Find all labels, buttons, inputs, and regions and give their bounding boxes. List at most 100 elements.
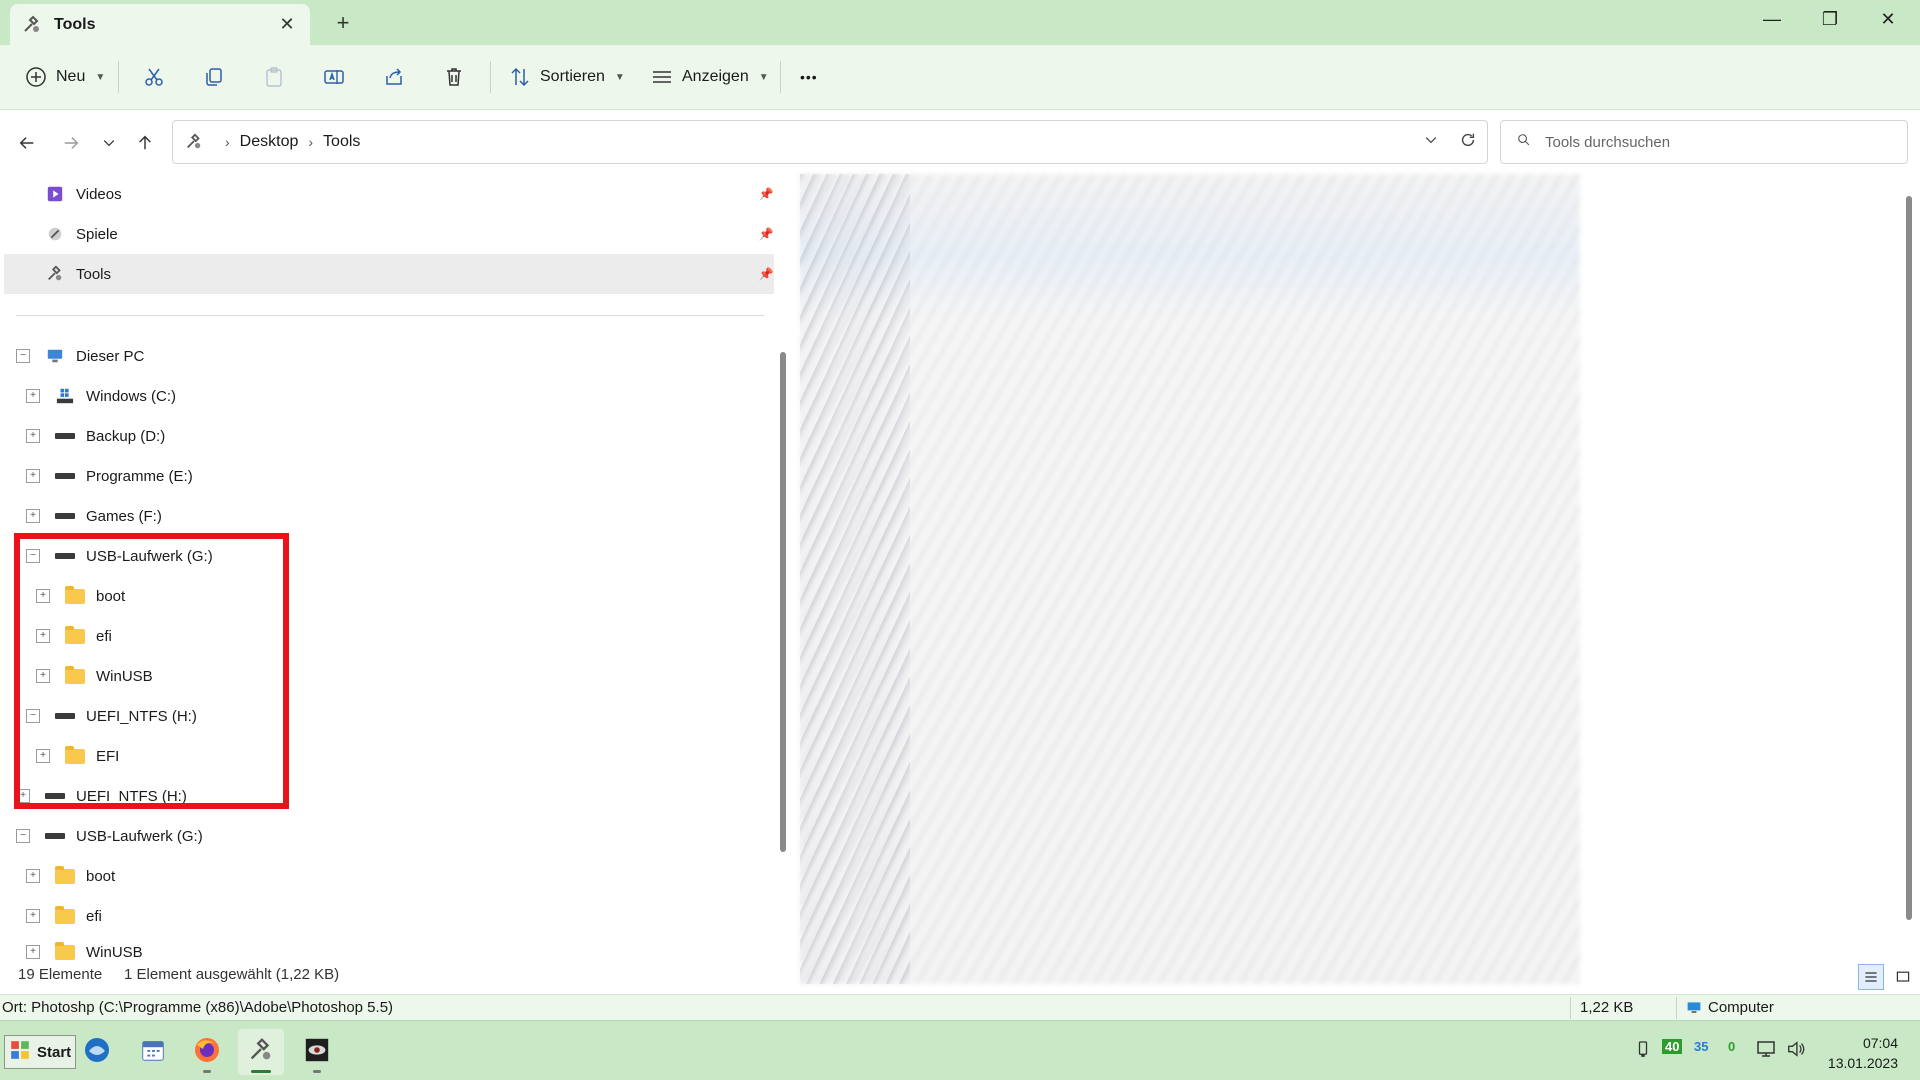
tree-item-drive-f[interactable]: + Games (F:) [26,498,162,534]
blurred-file-list [800,174,1580,984]
pin-icon[interactable]: 📌 [758,226,774,242]
taskbar-file-explorer[interactable] [238,1029,284,1075]
start-button[interactable]: Start [4,1035,76,1069]
zone-label: Computer [1708,999,1774,1016]
recent-locations-chevron-icon[interactable] [94,128,124,158]
collapse-icon[interactable]: − [16,349,30,363]
new-tab-button[interactable]: + [330,10,356,36]
trash-icon [442,65,466,89]
clock[interactable]: 07:04 13.01.2023 [1828,1033,1898,1073]
details-view-icon[interactable] [1858,964,1884,990]
pinned-item-videos[interactable]: Videos 📌 [4,176,774,212]
chevron-right-icon: › [308,134,314,150]
forward-arrow-icon[interactable] [56,128,86,158]
share-button[interactable] [382,57,406,97]
tray-indicator-3[interactable]: 0 [1728,1039,1735,1054]
expand-icon[interactable]: + [26,389,40,403]
sort-button[interactable]: Sortieren ▼ [508,57,625,97]
network-icon[interactable] [1756,1039,1778,1062]
tree-item-label: Games (F:) [86,507,162,525]
paste-button[interactable] [262,57,286,97]
clock-time: 07:04 [1862,1035,1898,1051]
close-tab-icon[interactable]: ✕ [276,14,298,36]
running-indicator [203,1070,211,1073]
taskbar-thunderbird[interactable] [74,1029,120,1075]
tree-item-drive-g-root[interactable]: − USB-Laufwerk (G:) [16,818,203,854]
security-zone: Computer [1686,999,1774,1016]
cut-button[interactable] [142,57,166,97]
search-input[interactable] [1545,133,1885,151]
tree-item-folder-boot-root[interactable]: + boot [26,858,115,894]
expand-icon[interactable]: + [26,945,40,959]
drive-icon [54,507,76,525]
tiles-view-icon[interactable] [1890,964,1916,990]
tree-item-drive-c[interactable]: + Windows (C:) [26,378,176,414]
list-view-icon [650,65,674,89]
maximize-button[interactable]: ❐ [1810,4,1850,34]
calendar-icon [139,1036,167,1068]
tree-item-label: efi [86,907,102,925]
rename-button[interactable] [322,57,346,97]
taskbar-calendar[interactable] [130,1029,176,1075]
tab-tools[interactable]: Tools ✕ [10,4,310,45]
item-count: 19 Elemente [18,966,103,983]
breadcrumb-tools[interactable]: Tools [323,133,360,151]
new-button[interactable]: Neu ▼ [24,57,105,97]
tree-item-folder-efi-root[interactable]: + efi [26,898,102,934]
windows-drive-icon [54,387,76,405]
drive-icon [54,467,76,485]
red-highlight-annotation [14,533,289,809]
taskbar-firefox[interactable] [184,1029,230,1075]
copy-button[interactable] [202,57,226,97]
view-button[interactable]: Anzeigen ▼ [650,57,769,97]
file-list-area[interactable] [800,174,1910,984]
blurred-file-icons [800,174,910,984]
up-arrow-icon[interactable] [130,128,160,158]
expand-icon[interactable]: + [26,429,40,443]
volume-icon[interactable] [1786,1039,1806,1062]
close-window-button[interactable]: ✕ [1868,4,1908,34]
separator [118,61,119,93]
separator [780,61,781,93]
tree-item-drive-e[interactable]: + Programme (E:) [26,458,193,494]
firefox-icon [192,1035,222,1069]
tree-item-folder-winusb-root[interactable]: + WinUSB [26,938,143,966]
tree-item-this-pc[interactable]: − Dieser PC [16,338,144,374]
delete-button[interactable] [442,57,466,97]
address-dropdown-icon[interactable] [1423,132,1439,153]
separator [490,61,491,93]
expand-icon[interactable]: + [26,509,40,523]
tree-item-label: Backup (D:) [86,427,166,445]
navigation-scrollbar[interactable] [780,176,786,852]
tree-item-label: Dieser PC [76,347,145,365]
thunderbird-icon [82,1035,112,1069]
taskbar-photoshop[interactable] [294,1029,340,1075]
details-bar: Ort: Photoshp (C:\Programme (x86)\Adobe\… [0,994,1920,1020]
refresh-icon[interactable] [1459,131,1477,154]
tray-indicator-1[interactable]: 40 [1662,1039,1683,1054]
scrollbar-thumb[interactable] [780,352,786,852]
usb-tray-icon[interactable] [1636,1039,1650,1062]
pin-icon[interactable]: 📌 [758,186,774,202]
content-scrollbar[interactable] [1906,196,1912,920]
breadcrumb-desktop[interactable]: Desktop [240,133,299,151]
pin-icon[interactable]: 📌 [758,266,774,282]
back-arrow-icon[interactable] [12,128,42,158]
expand-icon[interactable]: + [26,869,40,883]
collapse-icon[interactable]: − [16,829,30,843]
videos-icon [44,185,66,203]
tab-title: Tools [54,15,96,33]
expand-icon[interactable]: + [26,909,40,923]
tree-item-drive-d[interactable]: + Backup (D:) [26,418,165,454]
tray-indicator-2[interactable]: 35 [1694,1039,1708,1054]
search-box[interactable] [1500,120,1908,164]
more-options-button[interactable]: ••• [800,57,818,97]
navigation-row: › Desktop › Tools [0,110,1920,174]
divider [16,315,764,316]
minimize-button[interactable]: — [1752,4,1792,34]
expand-icon[interactable]: + [26,469,40,483]
pinned-item-tools[interactable]: Tools 📌 [4,254,774,294]
new-label: Neu [56,68,86,85]
pinned-item-spiele[interactable]: Spiele 📌 [4,216,774,252]
address-bar[interactable]: › Desktop › Tools [172,120,1488,164]
